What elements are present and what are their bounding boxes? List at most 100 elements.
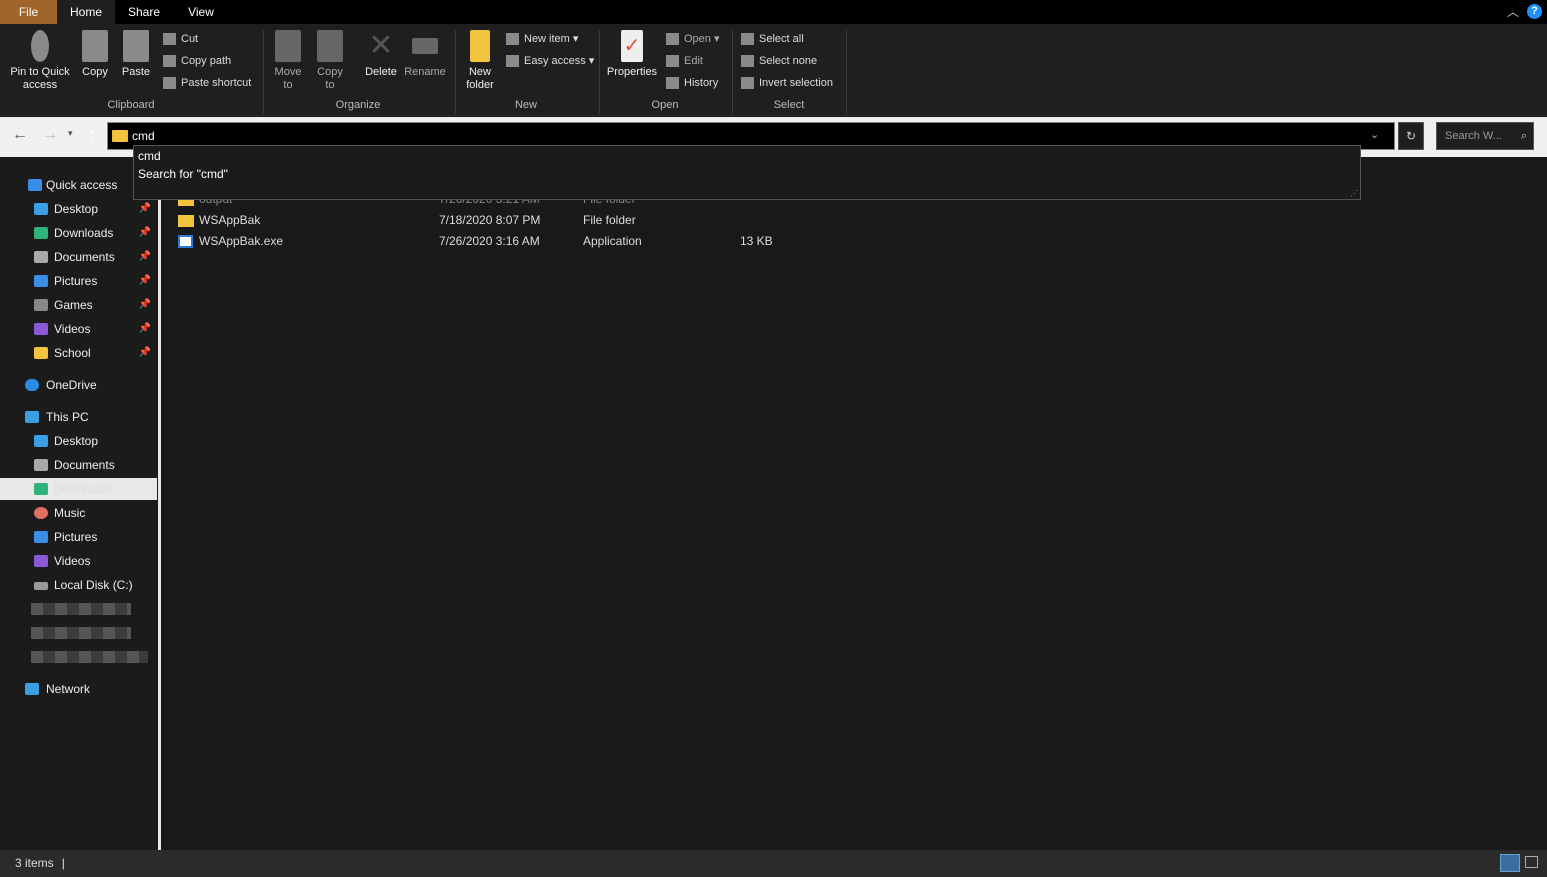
tab-file[interactable]: File (0, 0, 57, 24)
games-icon (34, 299, 48, 311)
large-icons-view-icon[interactable] (1525, 856, 1538, 868)
paste-shortcut-button[interactable]: Paste shortcut (163, 74, 251, 92)
status-bar: 3 items | (0, 850, 1547, 877)
resize-grip-icon[interactable]: ⋰ (1350, 189, 1358, 198)
pictures-icon (34, 531, 48, 543)
search-icon: ⌕ (1520, 130, 1527, 142)
sidebar-item-pc-documents[interactable]: Documents (0, 454, 157, 476)
divider (732, 30, 733, 114)
redacted-drive (31, 651, 148, 663)
sidebar-item-pc-videos[interactable]: Videos (0, 550, 157, 572)
sidebar-item-school[interactable]: School 📌 (0, 342, 157, 364)
computer-icon (25, 411, 39, 423)
paste-icon (123, 30, 149, 62)
star-icon (28, 179, 42, 191)
tab-share[interactable]: Share (118, 0, 170, 24)
pin-icon: 📌 (138, 227, 151, 238)
pin-icon: 📌 (138, 251, 151, 262)
sidebar-item-local-disk[interactable]: Local Disk (C:) (0, 574, 157, 596)
recent-locations-icon[interactable]: ▾ (68, 128, 73, 139)
folder-icon (178, 215, 194, 227)
divider (455, 30, 456, 114)
details-view-icon[interactable] (1500, 854, 1520, 872)
downloads-icon (34, 483, 48, 495)
select-group-label: Select (773, 99, 805, 111)
ribbon: Pin to Quick access Copy Paste Cut Copy … (0, 24, 1547, 116)
suggestion-item[interactable]: cmd (138, 149, 161, 163)
help-icon[interactable]: ? (1527, 4, 1542, 19)
new-item-button[interactable]: New item ▾ (506, 30, 578, 48)
pin-icon: 📌 (138, 323, 151, 334)
item-count: 3 items (15, 856, 54, 870)
redacted-drive (31, 627, 131, 639)
delete-button[interactable]: ✕ Delete (362, 30, 400, 79)
history-button[interactable]: History (666, 74, 718, 92)
suggestion-item[interactable]: Search for "cmd" (138, 167, 228, 181)
sidebar-item-pc-downloads[interactable]: Downloads (0, 478, 157, 500)
file-row[interactable]: WSAppBak 7/18/2020 8:07 PM File folder (178, 210, 878, 231)
pin-icon: 📌 (138, 347, 151, 358)
copy-button[interactable]: Copy (78, 30, 112, 79)
divider (599, 30, 600, 114)
sidebar-item-music[interactable]: Music (0, 502, 157, 524)
collapse-ribbon-icon[interactable]: ︿ (1503, 0, 1523, 24)
copy-to-button[interactable]: Copy to (312, 30, 348, 92)
network-icon (25, 683, 39, 695)
navigation-pane: Quick access Desktop 📌 Downloads 📌 Documen… (0, 157, 158, 850)
open-button[interactable]: Open ▾ (666, 30, 720, 48)
clipboard-group-label: Clipboard (107, 99, 155, 111)
divider (846, 30, 847, 114)
up-icon[interactable]: ↑ (88, 126, 96, 144)
invert-selection-button[interactable]: Invert selection (741, 74, 833, 92)
address-dropdown-icon[interactable]: ⌄ (1370, 128, 1379, 141)
videos-icon (34, 555, 48, 567)
pane-splitter[interactable] (158, 157, 161, 850)
cloud-icon (25, 379, 39, 391)
sidebar-item-games[interactable]: Games 📌 (0, 294, 157, 316)
forward-icon[interactable]: → (42, 126, 58, 144)
folder-icon (470, 30, 490, 62)
paste-button[interactable]: Paste (118, 30, 154, 79)
properties-button[interactable]: ✓ Properties (604, 30, 660, 79)
rename-button[interactable]: Rename (403, 30, 447, 79)
redacted-drive (31, 603, 131, 615)
folder-icon (34, 347, 48, 359)
sidebar-item-desktop[interactable]: Desktop 📌 (0, 198, 157, 220)
pin-icon: 📌 (138, 275, 151, 286)
tab-home[interactable]: Home (57, 0, 115, 24)
divider (263, 30, 264, 114)
cut-button[interactable]: Cut (163, 30, 198, 48)
pin-quick-access-button[interactable]: Pin to Quick access (5, 30, 75, 92)
delete-icon: ✕ (368, 29, 394, 62)
new-folder-button[interactable]: New folder (460, 30, 500, 92)
tab-view[interactable]: View (175, 0, 227, 24)
sidebar-item-videos[interactable]: Videos 📌 (0, 318, 157, 340)
back-icon[interactable]: ← (12, 126, 28, 144)
sidebar-item-onedrive[interactable]: OneDrive (0, 374, 157, 396)
documents-icon (34, 251, 48, 263)
sidebar-item-network[interactable]: Network (0, 678, 157, 700)
sidebar-item-downloads[interactable]: Downloads 📌 (0, 222, 157, 244)
copy-path-button[interactable]: Copy path (163, 52, 231, 70)
sidebar-item-pc-pictures[interactable]: Pictures (0, 526, 157, 548)
select-none-button[interactable]: Select none (741, 52, 817, 70)
sidebar-item-this-pc[interactable]: This PC (0, 406, 157, 428)
search-input[interactable]: Search W... ⌕ (1436, 122, 1534, 150)
select-all-button[interactable]: Select all (741, 30, 804, 48)
sidebar-item-documents[interactable]: Documents 📌 (0, 246, 157, 268)
sidebar-item-pictures[interactable]: Pictures 📌 (0, 270, 157, 292)
properties-icon: ✓ (621, 30, 643, 62)
refresh-icon[interactable]: ↻ (1398, 122, 1424, 150)
ribbon-tabs: File Home Share View ︿ ? (0, 0, 1547, 24)
address-input[interactable]: cmd (132, 129, 155, 143)
move-to-button[interactable]: Move to (270, 30, 306, 92)
drive-icon (34, 582, 48, 590)
pin-icon: 📌 (138, 203, 151, 214)
pictures-icon (34, 275, 48, 287)
file-row[interactable]: WSAppBak.exe 7/26/2020 3:16 AM Application… (178, 231, 878, 252)
edit-button[interactable]: Edit (666, 52, 703, 70)
copy-icon (82, 30, 108, 62)
desktop-icon (34, 435, 48, 447)
sidebar-item-pc-desktop[interactable]: Desktop (0, 430, 157, 452)
easy-access-button[interactable]: Easy access ▾ (506, 52, 594, 70)
